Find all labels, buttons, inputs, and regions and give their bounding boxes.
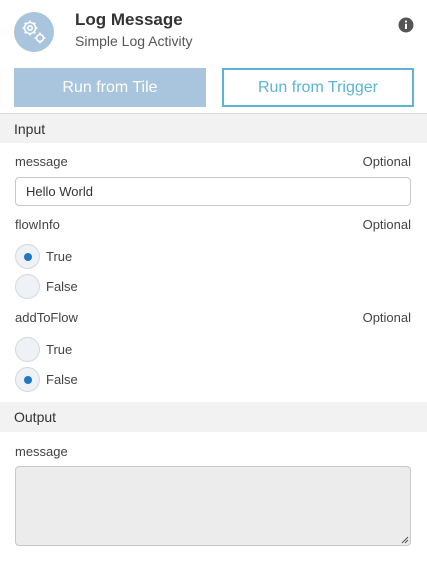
activity-subtitle: Simple Log Activity <box>75 33 193 49</box>
output-message-label: message <box>15 444 68 459</box>
addtoflow-optional-label: Optional <box>362 310 411 325</box>
output-message-textarea[interactable] <box>15 466 411 546</box>
addtoflow-true-option[interactable]: True <box>15 336 72 362</box>
addtoflow-true-label: True <box>46 341 73 357</box>
flowinfo-true-radio[interactable] <box>15 243 40 269</box>
flowinfo-false-option[interactable]: False <box>15 273 78 299</box>
flowinfo-true-label: True <box>46 248 73 264</box>
flowinfo-true-option[interactable]: True <box>15 243 72 269</box>
output-section-header: Output <box>0 402 427 432</box>
run-from-trigger-button[interactable]: Run from Trigger <box>222 68 414 107</box>
input-section-header: Input <box>0 113 427 143</box>
message-input[interactable] <box>15 177 411 206</box>
gears-icon <box>14 12 54 52</box>
addtoflow-false-radio[interactable] <box>15 366 40 392</box>
addtoflow-true-radio[interactable] <box>15 336 40 362</box>
addtoflow-field-label: addToFlow <box>15 310 78 325</box>
flowinfo-false-label: False <box>46 278 78 294</box>
message-optional-label: Optional <box>362 154 411 169</box>
activity-header: Log Message Simple Log Activity <box>0 0 427 62</box>
addtoflow-false-option[interactable]: False <box>15 366 78 392</box>
message-field-label: message <box>15 154 68 169</box>
resize-grip-icon[interactable] <box>401 536 409 544</box>
flowinfo-false-radio[interactable] <box>15 273 40 299</box>
info-icon[interactable] <box>398 17 414 33</box>
run-from-tile-button[interactable]: Run from Tile <box>14 68 206 107</box>
addtoflow-false-label: False <box>46 371 78 387</box>
flowinfo-optional-label: Optional <box>362 217 411 232</box>
activity-title: Log Message <box>75 10 183 29</box>
flowinfo-field-label: flowInfo <box>15 217 60 232</box>
